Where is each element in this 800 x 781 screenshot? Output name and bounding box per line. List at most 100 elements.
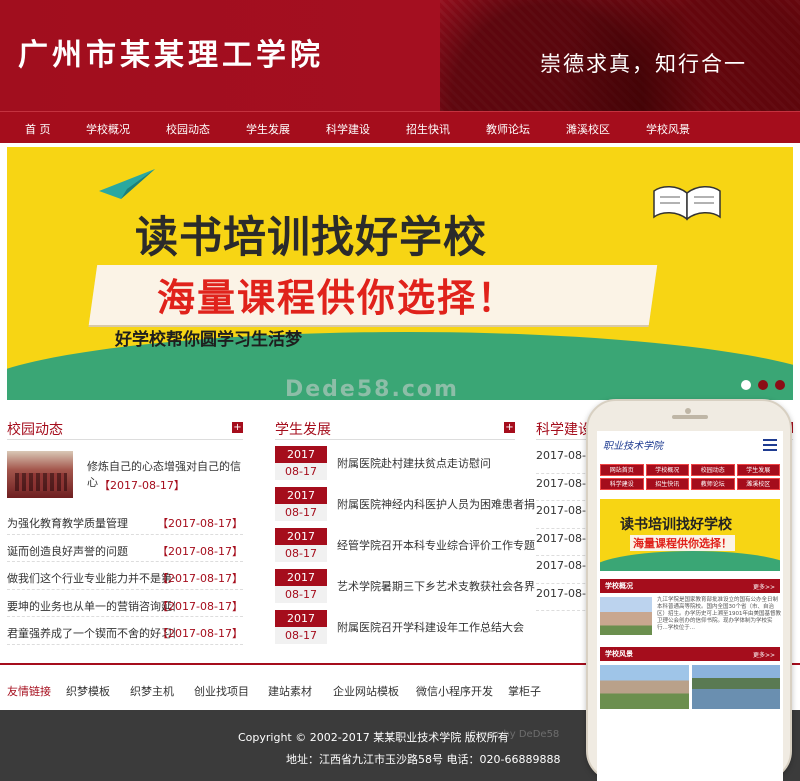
nav-item-student-dev[interactable]: 学生发展: [246, 121, 290, 137]
mobile-about-block: 九江学院是国家教育部批准设立的国有公办全日制本科普通高等院校。国内全国30个省（…: [600, 595, 781, 639]
mobile-banner-subheadline: 海量课程供你选择！: [630, 535, 735, 551]
nav-item-campus[interactable]: 濉溪校区: [566, 121, 610, 137]
date-day: 08-17: [275, 463, 327, 480]
date-day: 08-17: [275, 504, 327, 521]
scenery-photo[interactable]: [600, 665, 689, 709]
date-year: 2017: [275, 569, 327, 586]
date-day: 08-17: [275, 545, 327, 562]
list-item[interactable]: 2017 08-17 艺术学院暑期三下乡艺术支教获社会各界: [275, 569, 535, 610]
mobile-section-header: 学校概况 更多>>: [600, 579, 780, 593]
list-item[interactable]: 君童强养成了一个锲而不舍的好习惯 【2017-08-17】: [7, 617, 243, 645]
nav-item-home[interactable]: 首 页: [25, 121, 51, 137]
featured-news[interactable]: 修炼自己的心态增强对自己的信心 【2017-08-17】: [7, 451, 243, 501]
friend-link[interactable]: 创业找项目: [194, 683, 249, 699]
slider-dot-3[interactable]: [775, 380, 785, 390]
news-date: 【2017-08-17】: [157, 517, 243, 530]
list-item[interactable]: 2017 08-17 附属医院赴村建扶贫点走访慰问: [275, 446, 515, 487]
mobile-nav-item[interactable]: 学生发展: [736, 464, 780, 476]
nav-item-teachers[interactable]: 教师论坛: [486, 121, 530, 137]
mobile-preview-phone: 职业技术学院 网站首页 学校概况 校园动态 学生发展 科学建设 招生快讯 教师论…: [586, 399, 792, 781]
friend-link[interactable]: 掌柜子: [508, 683, 541, 699]
banner-subheadline: 海量课程供你选择！: [157, 275, 518, 320]
section-header: 校园动态 +: [7, 414, 243, 440]
phone-screen: 职业技术学院 网站首页 学校概况 校园动态 学生发展 科学建设 招生快讯 教师论…: [597, 431, 783, 781]
site-motto: 崇德求真，知行合一: [540, 52, 747, 76]
news-title[interactable]: 为强化教育教学质量管理: [7, 515, 175, 531]
mobile-scenery-pics: [600, 665, 780, 709]
nav-item-admission[interactable]: 招生快讯: [406, 121, 450, 137]
mobile-banner[interactable]: 读书培训找好学校 海量课程供你选择！: [600, 499, 780, 571]
list-item[interactable]: 2017 08-17 经管学院召开本科专业综合评价工作专题: [275, 528, 535, 569]
site-title[interactable]: 广州市某某理工学院: [18, 30, 324, 74]
mobile-section-header: 学校风景 更多>>: [600, 647, 780, 661]
more-plus-icon[interactable]: +: [504, 422, 515, 433]
paper-plane-icon: [99, 169, 155, 199]
mobile-nav-item[interactable]: 濉溪校区: [736, 478, 780, 490]
mobile-nav-item[interactable]: 招生快讯: [645, 478, 689, 490]
news-title[interactable]: 诞而创造良好声誉的问题: [7, 543, 175, 559]
mobile-nav-item[interactable]: 网站首页: [600, 464, 644, 476]
date-year: 2017: [275, 446, 327, 463]
list-item[interactable]: 做我们这个行业专业能力并不是第一重【2017-08-17】: [7, 562, 243, 590]
news-title[interactable]: 要坤的业务也从单一的营销咨询延伸到: [7, 598, 175, 614]
mobile-nav-item[interactable]: 学校概况: [645, 464, 689, 476]
news-title[interactable]: 艺术学院暑期三下乡艺术支教获社会各界: [337, 578, 535, 594]
news-date: 【2017-08-17】: [157, 627, 243, 640]
date-day: 08-17: [275, 586, 327, 603]
student-dev-section: 学生发展 + 2017 08-17 附属医院赴村建扶贫点走访慰问 2017 08-17…: [275, 414, 535, 654]
list-item[interactable]: 2017 08-17 附属医院召开学科建设年工作总结大会: [275, 610, 524, 651]
friend-link[interactable]: 企业网站模板: [333, 683, 399, 699]
date-year: 2017: [275, 528, 327, 545]
list-item[interactable]: 要坤的业务也从单一的营销咨询延伸到【2017-08-17】: [7, 590, 243, 617]
news-title[interactable]: 君童强养成了一个锲而不舍的好习惯: [7, 625, 175, 641]
mobile-nav-item[interactable]: 校园动态: [691, 464, 735, 476]
banner-tagline: 好学校帮你圆学习生活梦: [115, 330, 302, 350]
nav-item-campus-news[interactable]: 校园动态: [166, 121, 210, 137]
section-title: 科学建设: [536, 422, 592, 438]
hero-banner[interactable]: 读书培训找好学校 海量课程供你选择！ 好学校帮你圆学习生活梦: [7, 147, 793, 400]
featured-news-date: 【2017-08-17】: [99, 479, 185, 492]
mobile-about-text: 九江学院是国家教育部批准设立的国有公办全日制本科普通高等院校。国内全国30个省（…: [657, 597, 781, 631]
mobile-nav-item[interactable]: 科学建设: [600, 478, 644, 490]
school-photo[interactable]: [600, 597, 652, 635]
more-plus-icon[interactable]: +: [232, 422, 243, 433]
friend-link[interactable]: 建站素材: [268, 683, 312, 699]
powered-by-text: Power by DeDe58: [470, 729, 560, 740]
news-title[interactable]: 附属医院赴村建扶贫点走访慰问: [337, 455, 491, 471]
friend-link[interactable]: 微信小程序开发: [416, 683, 493, 699]
mobile-more-link[interactable]: 更多>>: [753, 650, 775, 659]
nav-item-science[interactable]: 科学建设: [326, 121, 370, 137]
date-year: 2017: [275, 610, 327, 627]
news-title[interactable]: 附属医院神经内科医护人员为困难患者捐: [337, 496, 535, 512]
menu-icon[interactable]: [763, 439, 777, 451]
phone-camera-icon: [685, 408, 691, 414]
friend-link[interactable]: 织梦模板: [66, 683, 110, 699]
news-title[interactable]: 附属医院召开学科建设年工作总结大会: [337, 619, 524, 635]
news-title[interactable]: 做我们这个行业专业能力并不是第一重: [7, 570, 175, 586]
news-date: 【2017-08-17】: [157, 599, 243, 613]
news-date: 【2017-08-17】: [157, 572, 243, 585]
nav-item-about[interactable]: 学校概况: [86, 121, 130, 137]
date-day: 08-17: [275, 627, 327, 644]
mobile-section-title: 学校概况: [605, 582, 633, 590]
list-item[interactable]: 为强化教育教学质量管理 【2017-08-17】: [7, 507, 243, 535]
scenery-photo[interactable]: [691, 665, 780, 709]
phone-speaker-icon: [672, 415, 708, 419]
list-item[interactable]: 2017 08-17 附属医院神经内科医护人员为困难患者捐: [275, 487, 535, 528]
mobile-logo[interactable]: 职业技术学院: [603, 437, 663, 452]
mobile-section-title: 学校风景: [605, 650, 633, 658]
slider-dot-2[interactable]: [758, 380, 768, 390]
news-thumbnail[interactable]: [7, 451, 73, 498]
list-item[interactable]: 诞而创造良好声誉的问题 【2017-08-17】: [7, 535, 243, 562]
main-nav: 首 页 学校概况 校园动态 学生发展 科学建设 招生快讯 教师论坛 濉溪校区 学…: [0, 111, 800, 143]
slider-dot-1[interactable]: [741, 380, 751, 390]
slider-dots: [741, 380, 785, 390]
mobile-nav-item[interactable]: 教师论坛: [691, 478, 735, 490]
news-title[interactable]: 经管学院召开本科专业综合评价工作专题: [337, 537, 535, 553]
address-text: 地址：江西省九江市玉沙路58号 电话：020-66889888: [286, 753, 561, 766]
friend-link[interactable]: 织梦主机: [130, 683, 174, 699]
mobile-header: 职业技术学院: [597, 431, 783, 461]
nav-item-scenery[interactable]: 学校风景: [646, 121, 690, 137]
section-title: 校园动态: [7, 422, 63, 438]
mobile-more-link[interactable]: 更多>>: [753, 582, 775, 591]
